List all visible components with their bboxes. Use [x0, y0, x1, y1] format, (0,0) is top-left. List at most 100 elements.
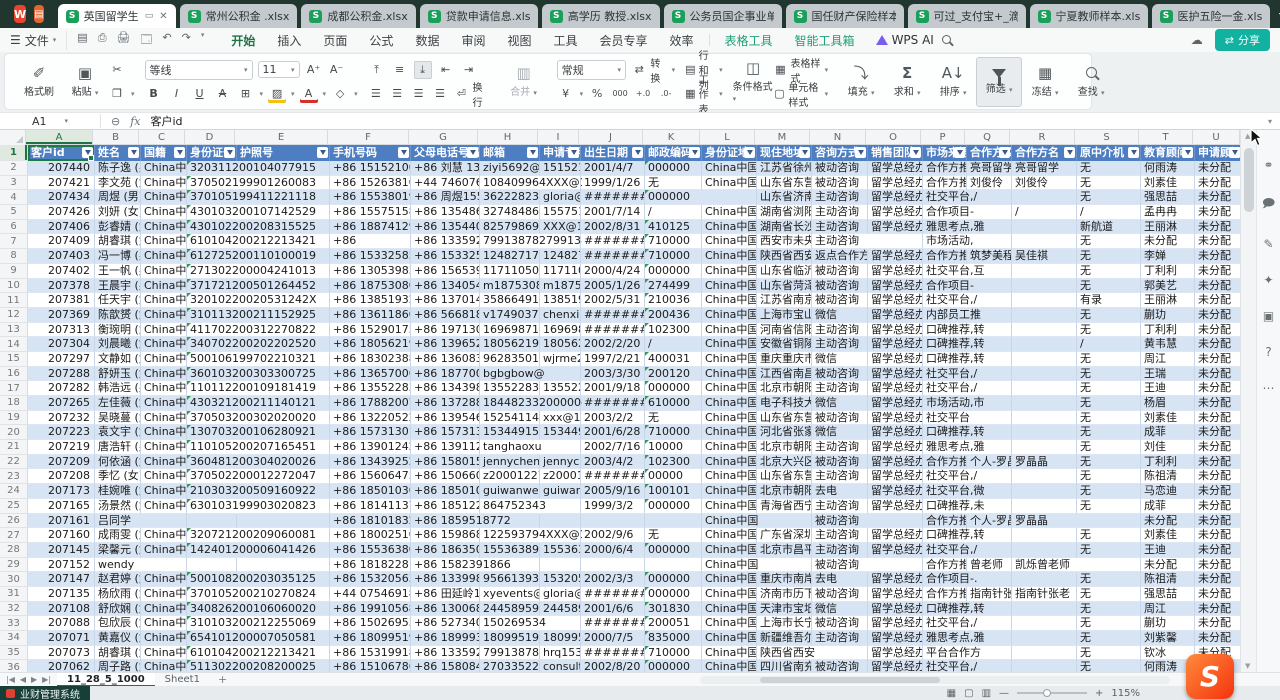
cell[interactable]: 吴佳祺 [1012, 249, 1077, 264]
header-cell[interactable]: 销售团队 [868, 145, 923, 161]
convert-button[interactable]: ⇄转换▾ [631, 55, 675, 85]
cell[interactable]: 丁利利 [1141, 323, 1195, 338]
cell[interactable] [237, 514, 330, 529]
filter-dropdown-icon[interactable] [910, 147, 921, 158]
bold-icon[interactable]: B [145, 85, 163, 103]
cell[interactable]: 微信 [812, 308, 868, 323]
cell[interactable]: wendy [95, 558, 141, 573]
header-cell[interactable]: 合作方公 [967, 145, 1012, 161]
cell[interactable] [1012, 323, 1077, 338]
cell[interactable]: 刘素佳 [1141, 528, 1195, 543]
cell[interactable]: China中国 [702, 381, 757, 396]
cell[interactable]: China中国 [702, 396, 757, 411]
cell[interactable]: 未分配 [1195, 543, 1240, 558]
cell[interactable]: 社交平台,/ [923, 381, 967, 396]
cell[interactable]: 安徽省铜陵 [757, 337, 812, 352]
header-cell[interactable]: 咨询方式 [812, 145, 868, 161]
cell[interactable]: 未分配 [1141, 514, 1195, 529]
cell[interactable]: 未分配 [1195, 249, 1240, 264]
cell[interactable]: 2001/9/18 [581, 381, 645, 396]
cell[interactable]: China中国 [702, 616, 757, 631]
cell[interactable]: 207088 [28, 616, 95, 631]
cell[interactable]: 市场活动, [923, 234, 967, 249]
cell[interactable]: 400031 [645, 352, 702, 367]
cell[interactable]: China中国 [141, 264, 187, 279]
cell[interactable]: / [1012, 205, 1077, 220]
cell[interactable]: 000000 [645, 264, 702, 279]
cell[interactable]: China中国 [141, 543, 187, 558]
save-icon[interactable]: ▤ [77, 31, 87, 50]
cell[interactable]: 710000 [645, 249, 702, 264]
cell[interactable]: 270335220 [480, 660, 540, 672]
cell[interactable]: +86 1899937166 [411, 631, 480, 646]
cell[interactable]: 2002/2/20 [581, 337, 645, 352]
cell[interactable]: 湖南省浏阳 [757, 205, 812, 220]
ai-icon[interactable]: ✦ [1263, 273, 1273, 287]
cell[interactable]: 合作方推荐 [923, 161, 967, 176]
cell[interactable]: 刘俊伶 [1012, 176, 1077, 191]
cell[interactable]: 207402 [28, 264, 95, 279]
cell[interactable]: 无 [1077, 323, 1141, 338]
cell[interactable]: 亮哥留学 [1012, 161, 1077, 176]
row-number[interactable]: 29 [0, 558, 28, 573]
cell[interactable]: 511302200208200025 [187, 660, 237, 672]
cell[interactable]: China中国 [141, 367, 187, 382]
filter-dropdown-icon[interactable] [317, 147, 328, 158]
cell[interactable]: 蒯玏 [1141, 616, 1195, 631]
clear-format-icon[interactable]: ◇ [331, 85, 349, 103]
row-number[interactable]: 15 [0, 352, 28, 367]
cell[interactable]: 被动咨询 [812, 616, 868, 631]
cell[interactable]: 何依涵 (女 [95, 455, 141, 470]
cell[interactable] [581, 514, 645, 529]
cell[interactable]: China中国 [702, 293, 757, 308]
cell[interactable]: 主动咨询 [812, 440, 868, 455]
cell[interactable]: 500106199702210321 [187, 352, 237, 367]
cell[interactable]: 留学总经办 [868, 425, 923, 440]
cell[interactable]: 口碑推荐,转 [923, 425, 967, 440]
menu-item-智能工具箱[interactable]: 智能工具箱 [784, 30, 866, 51]
cell[interactable]: 207173 [28, 484, 95, 499]
cell[interactable]: 杨欣雨 (女 [95, 587, 141, 602]
column-letter-U[interactable]: U [1193, 130, 1240, 144]
cell[interactable] [1012, 484, 1077, 499]
cell[interactable]: 被动咨询 [812, 279, 868, 294]
cell[interactable]: 黄韦慧 [1141, 337, 1195, 352]
cell[interactable]: 320311200104077915 [187, 161, 237, 176]
cell[interactable]: 未分配 [1195, 440, 1240, 455]
cell[interactable]: 207135 [28, 587, 95, 602]
row-number[interactable]: 2 [0, 161, 28, 176]
column-letter-K[interactable]: K [643, 130, 700, 144]
cell[interactable]: 000000 [645, 381, 702, 396]
cell[interactable]: 王一帆 (男 [95, 264, 141, 279]
cell[interactable]: XXX@163. [540, 220, 581, 235]
cell[interactable]: 956613934 [480, 572, 540, 587]
cell[interactable]: +86 1300682663 [411, 602, 480, 617]
cell[interactable]: 2000/4/24 [581, 264, 645, 279]
cell[interactable]: China中国 [141, 602, 187, 617]
cell[interactable]: 未分配 [1195, 190, 1240, 205]
cell[interactable]: 835000 [645, 631, 702, 646]
cell[interactable]: 无 [1077, 396, 1141, 411]
collaboration-icon[interactable]: ⚭ [1263, 158, 1273, 172]
menu-item-视图[interactable]: 视图 [496, 30, 542, 51]
cell[interactable]: 无 [1077, 455, 1141, 470]
menu-item-工具[interactable]: 工具 [542, 30, 588, 51]
cell[interactable]: +86 15538019 [330, 190, 411, 205]
cell[interactable]: 未分配 [1195, 161, 1240, 176]
cell[interactable]: 罗晶晶 [1012, 514, 1077, 529]
cell[interactable]: 刘素佳 [1141, 411, 1195, 426]
row-number[interactable]: 12 [0, 308, 28, 323]
cell[interactable]: tanghaoxu [480, 440, 540, 455]
cell[interactable]: 207409 [28, 234, 95, 249]
cell[interactable]: 留学总经办 [868, 499, 923, 514]
filter-dropdown-icon[interactable] [1064, 147, 1075, 158]
row-number[interactable]: 27 [0, 528, 28, 543]
undo-icon[interactable]: ↶ [162, 31, 171, 50]
cell[interactable]: 口碑推荐,未 [923, 499, 967, 514]
cell[interactable]: ######## [581, 396, 645, 411]
cell[interactable]: 口碑推荐,转 [923, 602, 967, 617]
cell[interactable]: guiwanwei [540, 484, 581, 499]
cell[interactable]: 301830 [645, 602, 702, 617]
freeze-button[interactable]: ▦冻结 ▾ [1022, 57, 1068, 107]
prev-sheet-icon[interactable]: ◀ [20, 675, 26, 684]
